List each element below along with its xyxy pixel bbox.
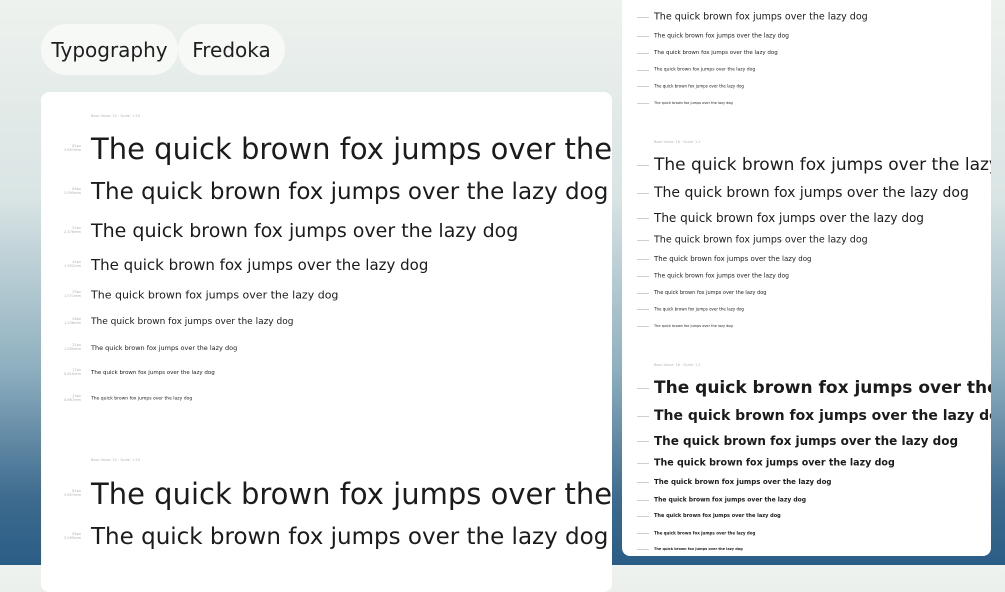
type-scale-card-side: The quick brown fox jumps over the lazy … [622,0,991,556]
size-marker [637,549,649,550]
tab-typography-label: Typography [51,37,168,62]
size-label: 33px 1.571rem [45,290,81,298]
type-sample: The quick brown fox jumps over the lazy … [654,530,756,536]
tab-typography[interactable]: Typography [41,24,178,75]
size-marker [637,240,649,241]
size-marker [637,165,649,166]
type-sample: The quick brown fox jumps over the lazy … [91,524,609,550]
size-marker [637,516,649,517]
size-marker [637,388,649,389]
tab-font-name[interactable]: Fredoka [178,24,285,75]
size-marker [637,259,649,260]
size-marker [637,276,649,277]
tab-font-name-label: Fredoka [192,37,271,62]
size-label: 17px 0.810rem [45,368,81,376]
size-marker [637,533,649,534]
type-sample: The quick brown fox jumps over the lazy … [91,179,609,205]
size-marker [637,103,649,104]
size-label: 65px 3.095rem [45,187,81,195]
scale-meta-label: Base Value: 16 · Scale: 1.2 [654,140,701,144]
type-sample: The quick brown fox jumps over the lazy … [654,101,733,105]
size-label: 26px 1.238rem [45,317,81,325]
size-rem: 0.810rem [64,372,81,376]
scale-meta-label: Base Value: 21 · Scale: 1.24 [91,458,140,462]
type-sample: The quick brown fox jumps over the lazy … [91,256,429,274]
type-sample: The quick brown fox jumps over the lazy … [91,220,519,242]
type-sample: The quick brown fox jumps over the lazy … [654,272,789,280]
size-marker [637,70,649,71]
type-sample: The quick brown fox jumps over the lazy … [654,324,733,328]
type-sample: The quick brown fox jumps over the lazy … [654,378,991,398]
size-label: 52px 2.476rem [45,226,81,234]
type-sample: The quick brown fox jumps over the lazy … [654,434,959,448]
size-rem: 0.667rem [64,398,81,402]
size-label: 21px 1.000rem [45,343,81,351]
size-label: 81px 3.857rem [45,144,81,152]
size-marker [637,193,649,194]
size-marker [637,86,649,87]
size-label: 81px 3.857rem [45,489,81,497]
size-marker [637,500,649,501]
type-sample: The quick brown fox jumps over the lazy … [654,32,789,40]
size-marker [637,463,649,464]
size-rem: 2.476rem [64,230,81,234]
type-sample: The quick brown fox jumps over the lazy … [654,457,895,469]
size-rem: 1.238rem [64,321,81,325]
type-sample: The quick brown fox jumps over the lazy … [654,83,744,89]
type-sample: The quick brown fox jumps over the lazy … [654,547,743,551]
size-marker [637,36,649,37]
scale-meta-label: Base Value: 21 · Scale: 1.24 [91,114,140,118]
type-sample: The quick brown fox jumps over the lazy … [654,306,744,312]
size-rem: 3.857rem [64,148,81,152]
type-sample: The quick brown fox jumps over the lazy … [654,255,812,263]
size-rem: 3.095rem [64,191,81,195]
size-rem: 3.857rem [64,493,81,497]
type-sample: The quick brown fox jumps over the lazy … [654,290,767,296]
size-label: 41px 1.952rem [45,260,81,268]
size-label: 65px 3.095rem [45,532,81,540]
type-sample: The quick brown fox jumps over the lazy … [654,185,969,201]
type-sample: The quick brown fox jumps over the lazy … [654,513,781,519]
size-label: 14px 0.667rem [45,394,81,402]
type-sample: The quick brown fox jumps over the lazy … [654,478,832,486]
type-sample: The quick brown fox jumps over the lazy … [91,396,193,402]
size-marker [637,482,649,483]
size-marker [637,218,649,219]
scale-meta-label: Base Value: 16 · Scale: 1.2 [654,363,701,367]
size-rem: 1.000rem [64,347,81,351]
type-sample: The quick brown fox jumps over the lazy … [91,317,294,327]
type-sample: The quick brown fox jumps over the lazy … [654,50,778,56]
type-sample: The quick brown fox jumps over the lazy … [654,211,924,225]
type-sample: The quick brown fox jumps over the lazy … [654,234,868,246]
type-sample: The quick brown fox jumps over the lazy … [654,408,991,424]
type-sample: The quick brown fox jumps over the lazy … [91,477,612,511]
size-marker [637,309,649,310]
size-marker [637,293,649,294]
size-marker [637,17,649,18]
size-rem: 3.095rem [64,536,81,540]
type-sample: The quick brown fox jumps over the lazy … [91,132,612,166]
type-sample: The quick brown fox jumps over the lazy … [654,496,807,504]
type-sample: The quick brown fox jumps over the lazy … [654,11,868,23]
size-marker [637,441,649,442]
size-marker [637,326,649,327]
type-sample: The quick brown fox jumps over the lazy … [654,67,756,73]
type-sample: The quick brown fox jumps over the lazy … [91,344,238,352]
type-sample: The quick brown fox jumps over the lazy … [91,370,215,376]
type-sample: The quick brown fox jumps over the lazy … [91,288,339,302]
size-marker [637,416,649,417]
size-rem: 1.952rem [64,264,81,268]
size-rem: 1.571rem [64,294,81,298]
type-sample: The quick brown fox jumps over the lazy … [654,155,991,175]
type-scale-card-main: Base Value: 21 · Scale: 1.24 81px 3.857rem… [41,92,612,592]
size-marker [637,53,649,54]
